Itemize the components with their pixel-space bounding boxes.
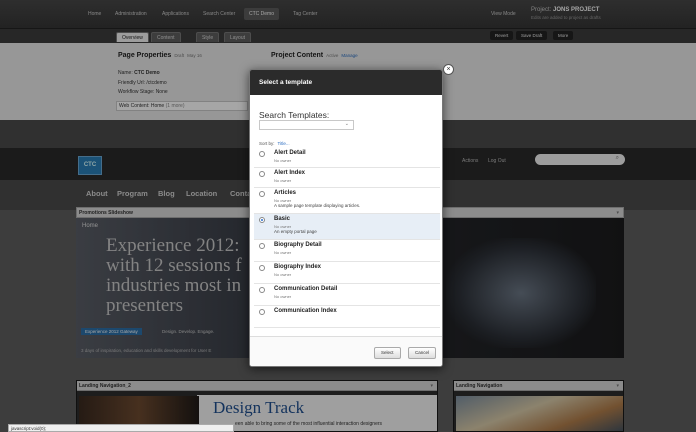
cancel-button[interactable]: Cancel — [408, 347, 437, 359]
template-articles[interactable]: Articles No owner A sample page template… — [254, 188, 440, 214]
template-communication-detail[interactable]: Communication Detail No owner — [254, 284, 440, 306]
radio-button[interactable] — [259, 243, 265, 249]
template-name: Articles — [274, 190, 297, 196]
sort-by: Sort by: Title... — [259, 141, 290, 146]
template-description: An empty portal page — [274, 229, 317, 234]
template-owner: No owner — [274, 294, 292, 299]
template-biography-detail[interactable]: Biography Detail No owner — [254, 240, 440, 262]
radio-button[interactable] — [259, 151, 265, 157]
radio-button[interactable] — [259, 265, 265, 271]
radio-button-selected[interactable] — [259, 217, 265, 223]
sort-by-label: Sort by: — [259, 141, 275, 146]
template-owner: No owner — [274, 272, 292, 277]
template-name: Biography Index — [274, 264, 322, 270]
template-name: Communication Index — [274, 308, 337, 314]
chevron-down-icon: ⌄ — [344, 121, 349, 127]
select-template-dialog: Select a template Search Templates: ⌄ So… — [249, 69, 443, 367]
radio-button[interactable] — [259, 309, 265, 315]
browser-status-bar: javascript:void(0); — [8, 424, 234, 432]
radio-button[interactable] — [259, 287, 265, 293]
dialog-footer: Select Cancel — [250, 336, 442, 366]
template-name: Basic — [274, 216, 291, 222]
template-biography-index[interactable]: Biography Index No owner — [254, 262, 440, 284]
template-name: Biography Detail — [274, 242, 322, 248]
search-templates-input[interactable]: ⌄ — [259, 120, 354, 130]
template-name: Alert Detail — [274, 150, 306, 156]
dialog-title: Select a template — [250, 70, 442, 95]
template-name: Alert Index — [274, 170, 306, 176]
template-list: Alert Detail No owner Alert Index No own… — [250, 148, 442, 332]
template-owner: No owner — [274, 178, 292, 183]
template-owner: No owner — [274, 250, 292, 255]
select-button[interactable]: Select — [374, 347, 401, 359]
sort-by-select[interactable]: Title... — [278, 141, 290, 146]
template-basic[interactable]: Basic No owner An empty portal page — [254, 214, 440, 240]
template-alert-detail[interactable]: Alert Detail No owner — [254, 148, 440, 168]
template-description: A sample page template displaying articl… — [274, 203, 361, 208]
template-alert-index[interactable]: Alert Index No owner — [254, 168, 440, 188]
radio-button[interactable] — [259, 191, 265, 197]
template-communication-index[interactable]: Communication Index — [254, 306, 440, 328]
radio-button[interactable] — [259, 171, 265, 177]
template-name: Communication Detail — [274, 286, 338, 292]
close-icon[interactable]: × — [443, 64, 454, 75]
template-owner: No owner — [274, 158, 292, 163]
search-templates-label: Search Templates: — [259, 110, 330, 120]
